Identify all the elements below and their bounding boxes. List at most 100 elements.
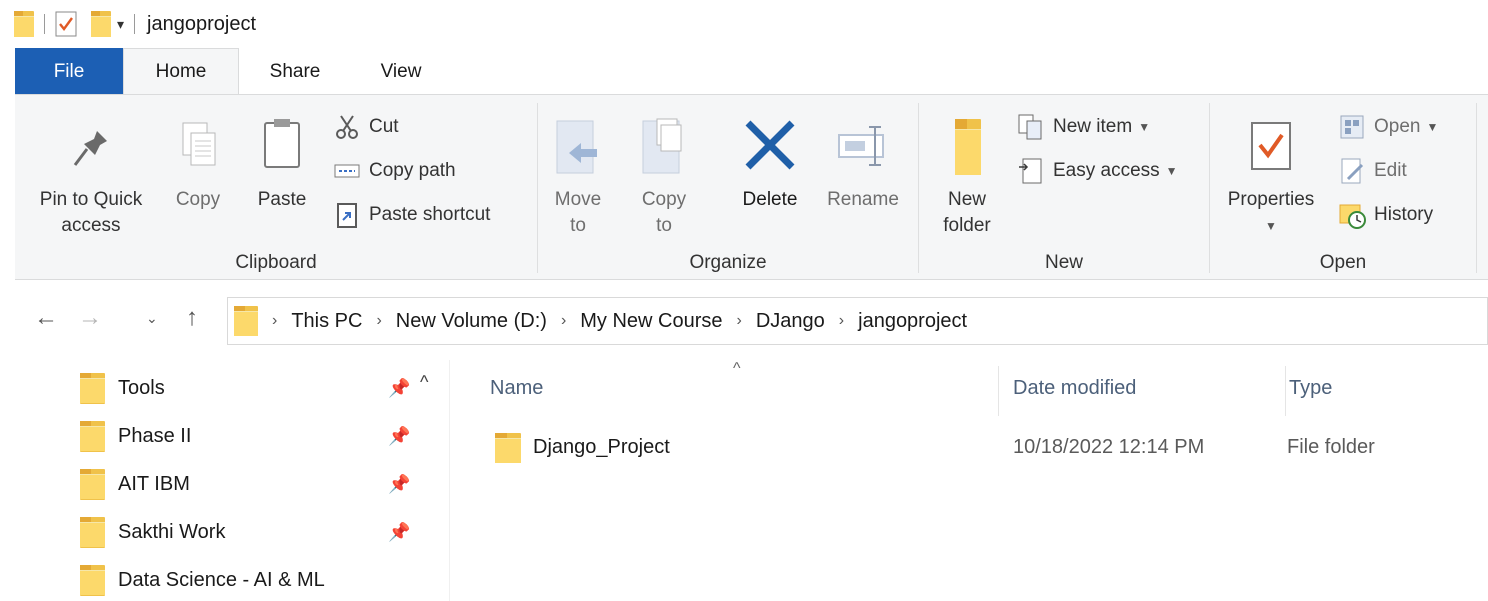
copy-path-icon: [333, 157, 361, 185]
edit-icon: [1338, 157, 1366, 185]
copy-button[interactable]: Copy: [167, 115, 229, 213]
folder-icon: [495, 433, 521, 463]
file-row[interactable]: Django_Project 10/18/2022 12:14 PM File …: [491, 428, 1488, 468]
tab-view[interactable]: View: [351, 48, 451, 95]
nav-item-tools[interactable]: Tools: [80, 368, 165, 408]
rename-icon: [833, 115, 893, 181]
tab-file[interactable]: File: [15, 48, 123, 95]
nav-item-label: AIT IBM: [118, 472, 190, 495]
copy-icon: [173, 115, 223, 181]
nav-item-phase-ii[interactable]: Phase II: [80, 416, 191, 456]
qat-separator: [44, 14, 45, 34]
file-type: File folder: [1287, 436, 1375, 458]
ribbon-separator: [1476, 103, 1477, 273]
breadcrumb-chevron-icon: ›: [736, 312, 742, 329]
pin-icon[interactable]: 📌: [388, 378, 410, 399]
open-label: Open: [1374, 116, 1421, 137]
new-folder-qat-icon[interactable]: [91, 11, 111, 37]
rename-label: Rename: [827, 189, 899, 210]
delete-button[interactable]: Delete: [734, 115, 806, 213]
easy-access-button[interactable]: Easy access ▼: [1017, 157, 1178, 185]
history-button[interactable]: History: [1338, 201, 1433, 229]
column-header-date-modified[interactable]: Date modified: [1013, 377, 1136, 400]
up-arrow-icon[interactable]: ↑: [186, 304, 198, 332]
tab-share[interactable]: Share: [239, 48, 351, 95]
paste-button[interactable]: Paste: [247, 115, 317, 213]
title-bar: ▾ jangoproject: [0, 0, 1488, 48]
open-group: Properties ▼ Open ▼ Edit History Open: [1210, 95, 1476, 280]
new-item-icon: [1017, 113, 1045, 141]
move-to-icon: [553, 115, 603, 181]
pin-icon[interactable]: 📌: [388, 474, 410, 495]
recent-locations-chevron-icon[interactable]: ⌄: [146, 310, 158, 327]
scissors-icon: [333, 113, 361, 141]
sort-ascending-icon: ^: [733, 360, 741, 377]
back-arrow-icon[interactable]: ←: [34, 304, 58, 332]
move-to-button[interactable]: Move to: [548, 115, 608, 239]
folder-icon: [80, 516, 105, 548]
forward-arrow-icon[interactable]: →: [78, 304, 102, 332]
copy-to-button[interactable]: Copy to: [634, 115, 694, 239]
breadcrumb-django[interactable]: DJango: [756, 310, 825, 333]
nav-item-label: Tools: [118, 376, 165, 399]
scroll-up-icon[interactable]: ^: [420, 372, 428, 393]
history-label: History: [1374, 204, 1434, 225]
paste-shortcut-button[interactable]: Paste shortcut: [333, 201, 490, 229]
delete-label: Delete: [742, 189, 798, 210]
new-folder-button[interactable]: New folder: [937, 115, 997, 239]
history-icon: [1338, 201, 1366, 229]
breadcrumb-my-new-course[interactable]: My New Course: [580, 310, 722, 333]
open-group-label: Open: [1319, 252, 1367, 273]
ribbon-tabs: File Home Share View: [0, 48, 1488, 95]
breadcrumb-new-volume[interactable]: New Volume (D:): [396, 310, 547, 333]
file-date-modified: 10/18/2022 12:14 PM: [1013, 436, 1205, 458]
nav-item-sakthi-work[interactable]: Sakthi Work: [80, 512, 225, 552]
organize-group: Move to Copy to Delete Rename Organize: [538, 95, 918, 280]
organize-group-label: Organize: [689, 252, 767, 273]
folder-icon: [80, 564, 105, 596]
paste-shortcut-icon: [333, 201, 361, 229]
pin-icon[interactable]: 📌: [388, 522, 410, 543]
column-header-name[interactable]: Name: [490, 377, 543, 400]
breadcrumb-jangoproject[interactable]: jangoproject: [858, 310, 967, 333]
pin-icon[interactable]: 📌: [388, 426, 410, 447]
nav-item-label: Sakthi Work: [118, 520, 226, 543]
rename-button[interactable]: Rename: [818, 115, 908, 213]
copy-label: Copy: [175, 189, 221, 210]
copy-path-label: Copy path: [369, 160, 456, 181]
open-button[interactable]: Open ▼: [1338, 113, 1438, 141]
qat-dropdown-icon[interactable]: ▾: [117, 16, 124, 33]
pin-quick-access-button[interactable]: Pin to Quick access: [21, 115, 161, 239]
file-list: ^ Name Date modified Type Django_Project…: [451, 360, 1488, 601]
breadcrumb-chevron-icon: ›: [560, 312, 567, 329]
column-divider[interactable]: [1285, 366, 1286, 416]
breadcrumb-this-pc[interactable]: This PC: [291, 310, 362, 333]
paste-icon: [257, 115, 307, 181]
nav-item-data-science[interactable]: Data Science - AI & ML: [80, 560, 325, 600]
navigation-bar: ← → ⌄ ↑ › This PC › New Volume (D:) › My…: [0, 282, 1488, 360]
breadcrumb-chevron-icon: ›: [838, 312, 845, 329]
column-divider[interactable]: [998, 366, 999, 416]
breadcrumb-chevron-icon: ›: [272, 312, 278, 329]
nav-item-ait-ibm[interactable]: AIT IBM: [80, 464, 190, 504]
pin-label: Pin to Quick access: [39, 189, 143, 236]
new-item-dropdown-icon: ▼: [1138, 120, 1151, 134]
folder-icon: [234, 306, 258, 336]
properties-qat-icon[interactable]: [55, 11, 77, 37]
open-dropdown-icon: ▼: [1426, 120, 1439, 134]
edit-button[interactable]: Edit: [1338, 157, 1407, 185]
new-group-label: New: [1044, 252, 1083, 273]
address-bar[interactable]: › This PC › New Volume (D:) › My New Cou…: [227, 297, 1488, 345]
column-header-type[interactable]: Type: [1289, 377, 1332, 400]
cut-button[interactable]: Cut: [333, 113, 399, 141]
properties-button[interactable]: Properties ▼: [1216, 115, 1326, 239]
file-name: Django_Project: [533, 436, 670, 458]
folder-icon: [80, 468, 105, 500]
easy-access-dropdown-icon: ▼: [1165, 164, 1178, 178]
window-title: jangoproject: [147, 12, 256, 35]
copy-path-button[interactable]: Copy path: [333, 157, 456, 185]
clipboard-group-label: Clipboard: [235, 252, 317, 273]
tab-home[interactable]: Home: [123, 48, 239, 95]
new-item-button[interactable]: New item ▼: [1017, 113, 1150, 141]
nav-item-label: Phase II: [118, 424, 192, 447]
